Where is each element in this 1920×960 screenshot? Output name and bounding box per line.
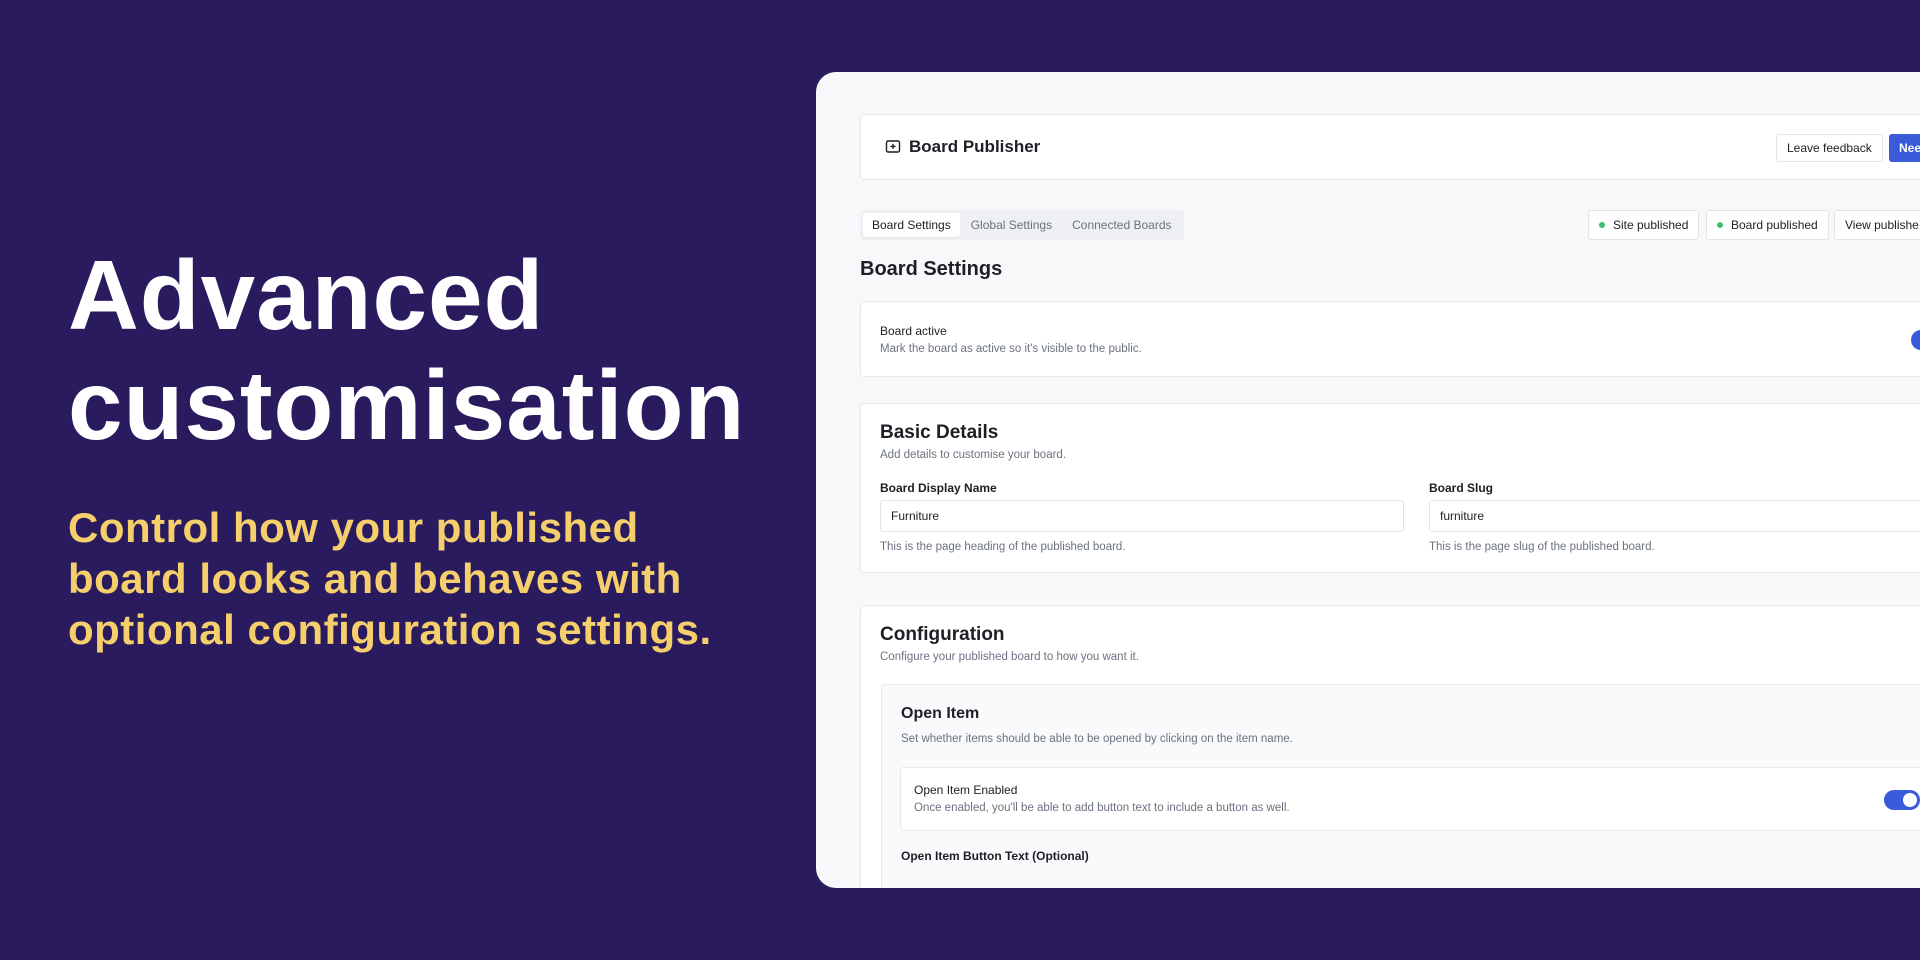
open-item-enabled-row: Open Item Enabled Once enabled, you'll b… <box>900 767 1920 831</box>
board-slug-hint: This is the page slug of the published b… <box>1429 541 1655 553</box>
hero-subtitle-line2: board looks and behaves with <box>68 555 682 602</box>
app-header: Board Publisher Leave feedback Need h <box>860 114 1920 180</box>
basic-details-card: Basic Details Add details to customise y… <box>860 403 1920 573</box>
board-display-name-hint: This is the page heading of the publishe… <box>880 541 1126 553</box>
open-item-enabled-description: Once enabled, you'll be able to add butt… <box>914 802 1290 814</box>
configuration-description: Configure your published board to how yo… <box>880 651 1139 663</box>
toggle-knob <box>1903 793 1917 807</box>
hero-subtitle-line1: Control how your published <box>68 504 639 551</box>
board-slug-input[interactable]: furniture <box>1429 500 1920 532</box>
site-published-badge[interactable]: Site published <box>1588 210 1700 240</box>
board-published-badge[interactable]: Board published <box>1706 210 1829 240</box>
settings-tabs: Board Settings Global Settings Connected… <box>860 210 1184 240</box>
open-item-button-text-label: Open Item Button Text (Optional) <box>901 849 1089 863</box>
page-title: Board Settings <box>860 258 1003 280</box>
configuration-title: Configuration <box>880 624 1005 645</box>
hero-title-line1: Advanced <box>68 240 545 350</box>
open-item-title: Open Item <box>901 705 980 722</box>
board-published-label: Board published <box>1731 218 1818 232</box>
hero-title: Advanced customisation <box>68 240 768 460</box>
site-published-label: Site published <box>1613 218 1689 232</box>
hero-title-line2: customisation <box>68 350 746 460</box>
board-status-dot <box>1717 222 1723 228</box>
app-title: Board Publisher <box>885 137 1040 157</box>
open-item-description: Set whether items should be able to be o… <box>901 733 1293 745</box>
tab-board-settings[interactable]: Board Settings <box>863 213 960 237</box>
tab-global-settings[interactable]: Global Settings <box>962 213 1061 237</box>
basic-details-title: Basic Details <box>880 422 999 443</box>
board-active-label: Board active <box>880 324 947 338</box>
site-status-dot <box>1599 222 1605 228</box>
hero-subtitle: Control how your published board looks a… <box>68 502 768 655</box>
hero-subtitle-line3: optional configuration settings. <box>68 606 712 653</box>
tab-connected-boards[interactable]: Connected Boards <box>1063 213 1180 237</box>
board-display-name-input[interactable]: Furniture <box>880 500 1404 532</box>
board-active-card: Board active Mark the board as active so… <box>860 301 1920 377</box>
app-window: Board Publisher Leave feedback Need h Bo… <box>816 72 1920 888</box>
need-help-button[interactable]: Need h <box>1889 134 1920 162</box>
hero-section: Advanced customisation Control how your … <box>68 240 768 655</box>
open-item-section: Open Item Set whether items should be ab… <box>881 684 1920 888</box>
board-upload-icon <box>885 139 901 155</box>
basic-details-description: Add details to customise your board. <box>880 449 1067 461</box>
open-item-enabled-toggle[interactable] <box>1884 790 1920 810</box>
board-active-description: Mark the board as active so it's visible… <box>880 343 1142 355</box>
board-active-toggle[interactable] <box>1911 330 1920 350</box>
open-item-enabled-label: Open Item Enabled <box>914 783 1018 797</box>
board-display-name-label: Board Display Name <box>880 481 997 495</box>
view-published-button[interactable]: View publishe <box>1834 210 1920 240</box>
configuration-card: Configuration Configure your published b… <box>860 605 1920 888</box>
leave-feedback-button[interactable]: Leave feedback <box>1776 134 1883 162</box>
app-title-text: Board Publisher <box>909 137 1041 156</box>
board-slug-label: Board Slug <box>1429 481 1494 495</box>
